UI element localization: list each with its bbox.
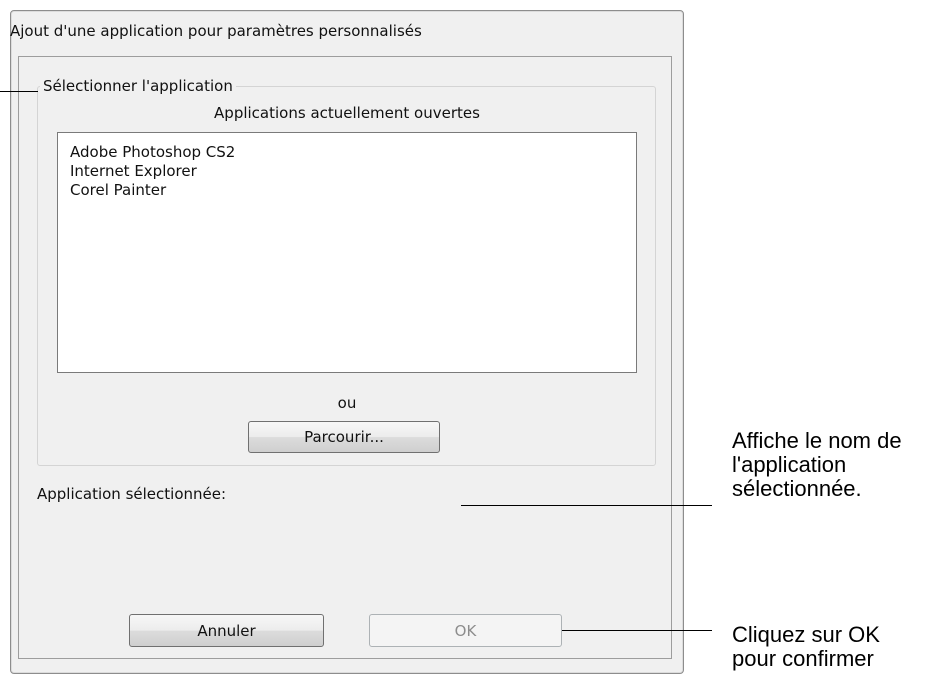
cancel-button[interactable]: Annuler xyxy=(129,614,324,647)
selected-name-annotation: Affiche le nom de l'application sélectio… xyxy=(732,429,902,501)
annotation-line: Affiche le nom de xyxy=(732,428,902,453)
annotation-line: Cliquez sur OK xyxy=(732,622,880,647)
ok-annotation: Cliquez sur OK pour confirmer xyxy=(732,623,880,671)
selected-name-callout-line xyxy=(461,505,712,506)
browse-button[interactable]: Parcourir... xyxy=(248,421,440,453)
list-item[interactable]: Internet Explorer xyxy=(70,162,624,181)
selected-application-label: Application sélectionnée: xyxy=(37,485,227,503)
annotation-line: pour confirmer xyxy=(732,646,874,671)
ok-callout-line xyxy=(562,630,712,631)
annotation-line: l'application xyxy=(732,452,847,477)
list-item[interactable]: Corel Painter xyxy=(70,181,624,200)
dialog-title: Ajout d'une application pour paramètres … xyxy=(10,22,422,40)
list-item[interactable]: Adobe Photoshop CS2 xyxy=(70,143,624,162)
ok-button[interactable]: OK xyxy=(369,614,562,647)
open-applications-caption: Applications actuellement ouvertes xyxy=(214,104,480,122)
annotation-line: sélectionnée. xyxy=(732,476,862,501)
select-application-group-label: Sélectionner l'application xyxy=(40,77,236,95)
group-callout-line xyxy=(0,91,38,92)
or-label: ou xyxy=(337,394,357,412)
open-applications-list[interactable]: Adobe Photoshop CS2 Internet Explorer Co… xyxy=(57,132,637,373)
